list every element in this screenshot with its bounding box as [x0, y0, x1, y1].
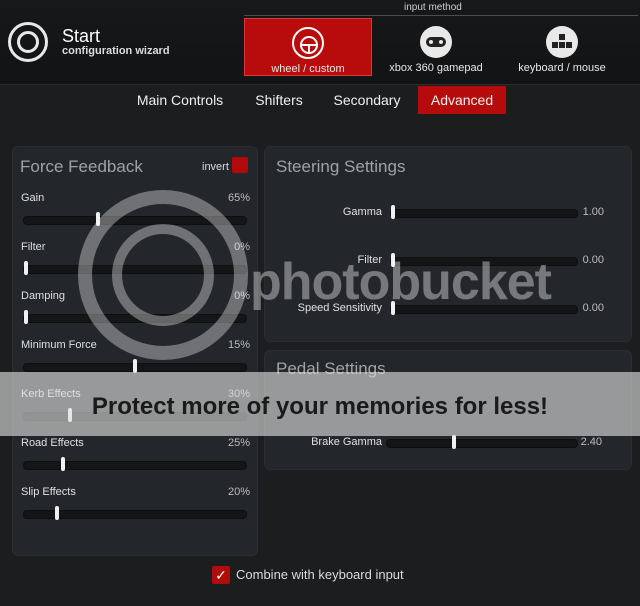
app-subtitle: configuration wizard	[62, 45, 170, 57]
watermark-logo-icon	[78, 190, 248, 360]
method-wheel-custom[interactable]: wheel / custom	[244, 18, 372, 76]
ff-slip-effects-slider-handle[interactable]	[55, 506, 59, 520]
pedal-brake-gamma-slider-track[interactable]	[386, 435, 578, 449]
ff-filter-slider-handle[interactable]	[24, 261, 28, 275]
ff-slip-effects-value: 20%	[227, 486, 250, 498]
watermark-brand: photobucket	[250, 253, 552, 311]
method-label: keyboard / mouse	[518, 62, 606, 74]
tab-shifters[interactable]: Shifters	[244, 86, 314, 114]
ff-slip-effects-label: Slip Effects	[21, 486, 76, 498]
ff-minimum-force-slider-track[interactable]	[23, 359, 247, 373]
method-xbox-gamepad[interactable]: xbox 360 gamepad	[372, 18, 500, 76]
gamepad-icon	[420, 26, 452, 58]
steering-gamma-slider-track[interactable]	[390, 205, 578, 219]
invert-label: invert	[202, 161, 229, 173]
watermark-tagline: Protect more of your memories for less!	[91, 393, 549, 420]
ff-gain-label: Gain	[21, 192, 45, 204]
method-label: wheel / custom	[271, 63, 345, 75]
pedal-brake-gamma-slider-handle[interactable]	[452, 435, 456, 449]
app-logo-icon	[8, 22, 48, 62]
steering-settings-title: Steering Settings	[276, 157, 406, 176]
ff-damping-slider-handle[interactable]	[24, 310, 28, 324]
input-method-label: input method	[404, 2, 462, 13]
tab-bar: Main Controls Shifters Secondary Advance…	[0, 86, 640, 116]
ff-minimum-force-slider-handle[interactable]	[133, 359, 137, 373]
top-bar: Start configuration wizard input method …	[0, 0, 640, 85]
method-keyboard-mouse[interactable]: keyboard / mouse	[500, 18, 624, 76]
steering-gamma-label: Gamma	[342, 206, 382, 218]
steering-wheel-icon	[292, 27, 324, 59]
app-title: Start	[62, 26, 101, 46]
input-method-divider	[244, 15, 638, 16]
combine-label: Combine with keyboard input	[236, 567, 404, 582]
steering-gamma-slider-handle[interactable]	[391, 205, 395, 219]
ff-minimum-force-label: Minimum Force	[21, 339, 97, 351]
ff-damping-label: Damping	[21, 290, 66, 302]
keyboard-icon	[546, 26, 578, 58]
ff-slip-effects-slider-track[interactable]	[23, 506, 247, 520]
ff-road-effects-slider-track[interactable]	[23, 457, 247, 471]
combine-checkbox[interactable]: ✓	[212, 566, 230, 584]
ff-road-effects-slider-handle[interactable]	[61, 457, 65, 471]
ff-road-effects-value: 25%	[227, 437, 250, 449]
tab-main-controls[interactable]: Main Controls	[124, 86, 236, 114]
tab-secondary[interactable]: Secondary	[324, 86, 410, 114]
ff-road-effects-label: Road Effects	[21, 437, 84, 449]
force-feedback-title: Force Feedback	[20, 157, 143, 176]
ff-filter-label: Filter	[21, 241, 46, 253]
tab-advanced[interactable]: Advanced	[418, 86, 506, 114]
method-label: xbox 360 gamepad	[389, 62, 483, 74]
brand: Start configuration wizard	[8, 20, 228, 66]
pedal-brake-gamma-label: Brake Gamma	[311, 436, 382, 448]
invert-checkbox[interactable]	[232, 157, 248, 173]
